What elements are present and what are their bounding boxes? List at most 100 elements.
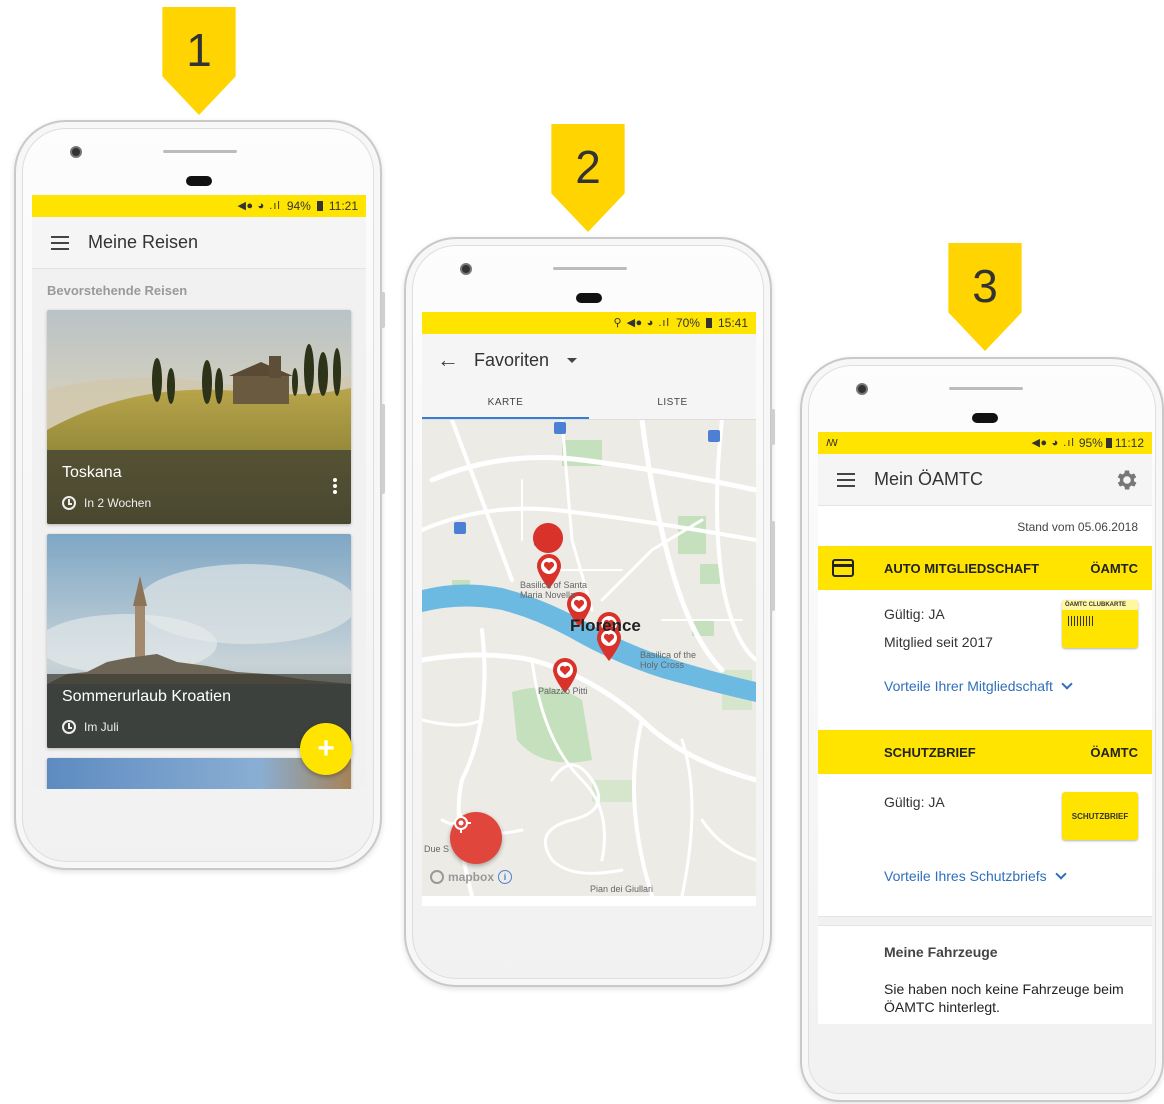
tab-liste[interactable]: LISTE	[589, 386, 756, 419]
club-card-label: ÖAMTC CLUBKARTE	[1062, 600, 1138, 610]
side-button	[771, 409, 775, 445]
dropdown-caret-icon[interactable]	[567, 357, 578, 363]
camera	[70, 146, 82, 158]
menu-button[interactable]	[818, 472, 874, 487]
screen-3: ꟿ ◀⦁ ◕ .ıl 95% 11:12 Mein ÖAMTC Stand vo…	[818, 432, 1152, 1024]
map-label-holy-cross: Basilica of the Holy Cross	[640, 650, 697, 670]
membership-body-schutzbrief: Gültig: JA SCHUTZBRIEF Vorteile Ihres Sc…	[818, 774, 1152, 916]
back-button[interactable]: ←	[422, 347, 474, 373]
mapbox-logo-icon	[430, 870, 444, 884]
info-icon[interactable]: i	[498, 870, 513, 884]
phone-2: ⚲ ◀⦁ ◕ .ıl 70% 15:41 ← Favoriten KARTE L…	[404, 237, 775, 987]
gear-icon[interactable]	[1114, 467, 1140, 493]
callout-2: 2	[550, 124, 626, 232]
sensor	[576, 293, 602, 303]
benefits-link-membership[interactable]: Vorteile Ihrer Mitgliedschaft	[884, 678, 1138, 694]
trip-when-label: In 2 Wochen	[84, 496, 152, 510]
divider	[818, 916, 1152, 926]
status-bar: ◀⦁ ◕ .ıl 94% 11:21	[32, 195, 366, 217]
status-time: 11:12	[1114, 436, 1144, 450]
battery-level: 70%	[675, 316, 700, 330]
my-location-button[interactable]	[450, 812, 502, 864]
barcode-icon	[1068, 616, 1094, 626]
side-button	[381, 292, 385, 328]
status-bar: ꟿ ◀⦁ ◕ .ıl 95% 11:12	[818, 432, 1152, 454]
camera	[856, 383, 868, 395]
camera	[460, 263, 472, 275]
clock-icon	[62, 496, 76, 510]
trip-when: In 2 Wochen	[62, 496, 151, 510]
volume-button	[381, 404, 385, 494]
volume-button	[771, 521, 775, 611]
status-time: 11:21	[328, 199, 358, 213]
notification-icon: ꟿ	[826, 437, 838, 449]
battery-level: 94%	[286, 199, 311, 213]
trip-name: Sommerurlaub Kroatien	[62, 688, 231, 705]
app-bar: Mein ÖAMTC	[818, 454, 1152, 506]
map-label-santa-maria-novella: Basilica of Santa Maria Novella	[520, 580, 588, 600]
arrow-left-icon: ←	[437, 347, 459, 372]
trip-when-label: Im Juli	[84, 720, 119, 734]
map-label-due-s: Due S	[424, 844, 450, 854]
credit-card-icon	[832, 559, 884, 577]
membership-body-auto: Gültig: JA Mitglied seit 2017 ÖAMTC CLUB…	[818, 590, 1152, 730]
trip-card-toskana[interactable]: Toskana In 2 Wochen	[47, 310, 351, 524]
phone-3: ꟿ ◀⦁ ◕ .ıl 95% 11:12 Mein ÖAMTC Stand vo…	[800, 357, 1164, 1102]
vehicles-title: Meine Fahrzeuge	[884, 944, 998, 960]
vehicles-empty-text: Sie haben noch keine Fahrzeuge beim ÖAMT…	[884, 981, 1124, 1015]
app-bar: Meine Reisen	[32, 217, 366, 269]
map-label-palazzo-pitti: Palazzo Pitti	[538, 686, 588, 696]
chevron-down-icon	[1061, 678, 1073, 690]
callout-1: 1	[161, 7, 237, 115]
mapbox-label: mapbox	[448, 870, 495, 884]
plus-icon: +	[317, 732, 335, 765]
membership-brand: ÖAMTC	[1090, 560, 1138, 576]
tab-label: LISTE	[657, 397, 688, 408]
callout-number: 1	[186, 24, 212, 76]
schutzbrief-card-image: SCHUTZBRIEF	[1062, 792, 1138, 840]
chevron-down-icon	[1054, 868, 1067, 880]
benefits-link-label: Vorteile Ihres Schutzbriefs	[884, 868, 1047, 884]
speaker	[553, 267, 627, 270]
membership-header-schutzbrief: SCHUTZBRIEF ÖAMTC	[818, 730, 1152, 774]
status-bar: ⚲ ◀⦁ ◕ .ıl 70% 15:41	[422, 312, 756, 334]
menu-button[interactable]	[32, 235, 88, 250]
add-trip-button[interactable]: +	[300, 723, 352, 775]
battery-icon	[316, 201, 323, 211]
hamburger-icon	[837, 472, 855, 487]
membership-name: AUTO MITGLIEDSCHAFT	[884, 560, 1040, 576]
status-icons: ⚲ ◀⦁ ◕ .ıl	[613, 317, 670, 329]
callout-3: 3	[947, 243, 1023, 351]
map-label-pian-dei-giullari: Pian dei Giullari	[590, 884, 654, 894]
section-heading: Bevorstehende Reisen	[32, 269, 366, 310]
trip-card-kroatien[interactable]: Sommerurlaub Kroatien Im Juli	[47, 534, 351, 748]
benefits-link-schutzbrief[interactable]: Vorteile Ihres Schutzbriefs	[884, 868, 1138, 884]
speaker	[949, 387, 1023, 390]
tab-karte[interactable]: KARTE	[422, 386, 589, 419]
trip-when: Im Juli	[62, 720, 119, 734]
battery-level: 95%	[1078, 436, 1103, 450]
card-overlay	[47, 450, 351, 524]
page-title[interactable]: Favoriten	[474, 350, 549, 371]
battery-icon	[1105, 438, 1112, 448]
club-card-image: ÖAMTC CLUBKARTE	[1062, 600, 1138, 648]
mapbox-attribution[interactable]: mapbox i	[430, 870, 513, 884]
status-icons: ◀⦁ ◕ .ıl	[237, 200, 281, 212]
map-label-city: Florence	[570, 616, 641, 635]
callout-number: 3	[972, 260, 998, 312]
map-view[interactable]: Basilica of Santa Maria Novella Florence…	[422, 420, 756, 896]
callout-number: 2	[575, 141, 601, 193]
page-title: Mein ÖAMTC	[874, 469, 984, 489]
app-bar: ← Favoriten	[422, 334, 756, 386]
crosshair-icon	[451, 813, 471, 833]
screen-1: ◀⦁ ◕ .ıl 94% 11:21 Meine Reisen Bevorste…	[32, 195, 366, 789]
last-updated: Stand vom 05.06.2018	[1017, 520, 1138, 534]
trip-name: Toskana	[62, 464, 122, 481]
sensor	[972, 413, 998, 423]
more-options-icon[interactable]	[333, 478, 337, 494]
status-time: 15:41	[717, 316, 748, 330]
battery-icon	[705, 318, 712, 328]
trip-list: Toskana In 2 Wochen Sommerurlaub Kroatie…	[32, 310, 366, 789]
clock-icon	[62, 720, 76, 734]
page-title: Meine Reisen	[88, 232, 199, 252]
